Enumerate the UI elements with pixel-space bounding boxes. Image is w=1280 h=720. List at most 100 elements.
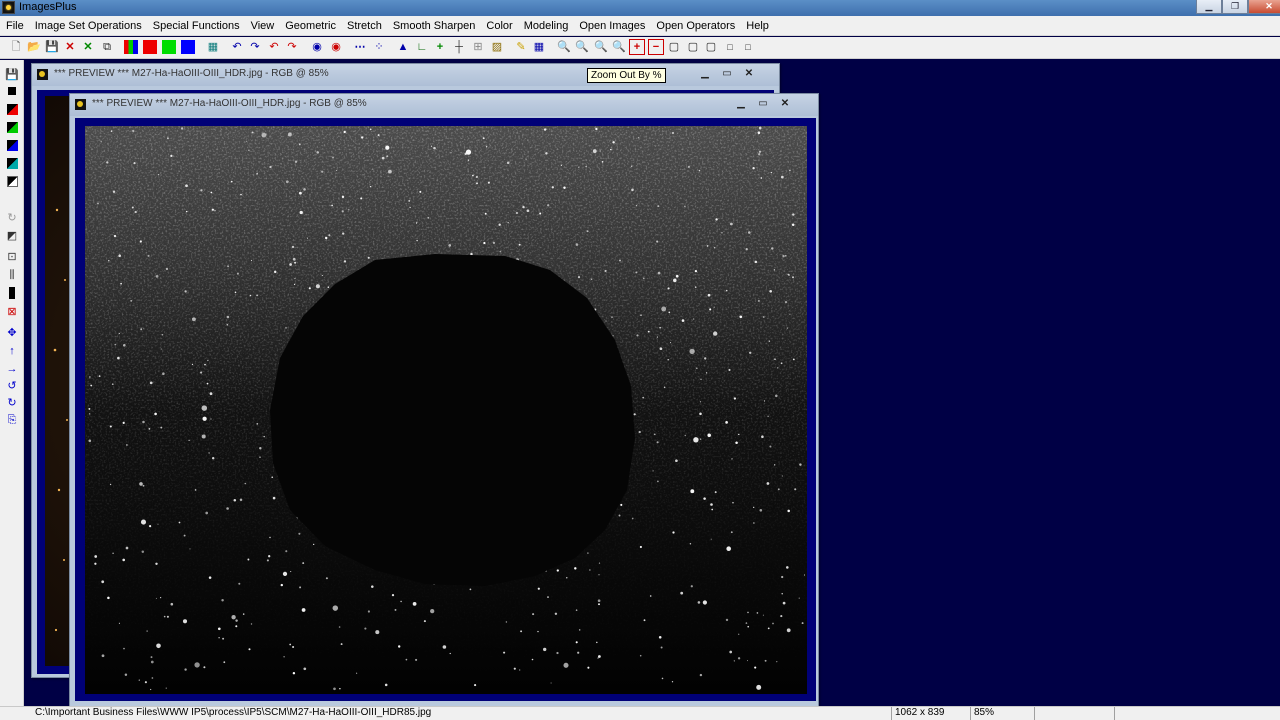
- main-toolbar: 🗋 📂 💾 ✕ ✕ ⧉ ▦ ↶ ↷ ↶ ↷ ◉ ◉ ⋯ ⁘ ▲ ∟ + ┼ ⊞ …: [0, 37, 1280, 59]
- refresh-icon[interactable]: ↻: [5, 211, 19, 225]
- maximize-button[interactable]: ❐: [1222, 0, 1248, 14]
- axes-icon[interactable]: ∟: [414, 39, 430, 55]
- star-mask-preview-image: [85, 126, 807, 694]
- arrow-right-icon[interactable]: →: [5, 362, 19, 376]
- menu-file[interactable]: File: [6, 20, 24, 32]
- preview-window-front-title: *** PREVIEW *** M27-Ha-HaOIII-OIII_HDR.j…: [92, 98, 367, 109]
- menu-image-set-operations[interactable]: Image Set Operations: [35, 20, 142, 32]
- select-box-icon[interactable]: ⊡: [5, 250, 19, 264]
- menu-smooth-sharpen[interactable]: Smooth Sharpen: [393, 20, 476, 32]
- fit-width-icon[interactable]: ▢: [703, 39, 719, 55]
- select-points-icon[interactable]: ⁘: [371, 39, 387, 55]
- undo-icon[interactable]: ↶: [229, 39, 245, 55]
- close-all-icon[interactable]: ✕: [80, 39, 96, 55]
- pencil-icon[interactable]: ✎: [513, 39, 529, 55]
- green-channel-icon[interactable]: [161, 39, 177, 55]
- close-image-icon[interactable]: ✕: [62, 39, 78, 55]
- save-small-icon[interactable]: 💾: [5, 68, 19, 82]
- app-title-bar: ImagesPlus ▁ ❐ ✕: [0, 0, 1280, 16]
- app-window-controls: ▁ ❐ ✕: [1196, 0, 1280, 14]
- add-star-icon[interactable]: +: [432, 39, 448, 55]
- white-mask-icon[interactable]: [5, 174, 19, 188]
- vertical-bar-icon[interactable]: [5, 286, 19, 300]
- preview-window-back-caption[interactable]: *** PREVIEW *** M27-Ha-HaOIII-OIII_HDR.j…: [32, 64, 779, 86]
- zoom-out-percent-icon[interactable]: 🔍: [611, 39, 627, 55]
- zoom-minus-icon[interactable]: −: [648, 39, 664, 55]
- menu-open-images[interactable]: Open Images: [579, 20, 645, 32]
- menu-geometric[interactable]: Geometric: [285, 20, 336, 32]
- rotate-right-icon[interactable]: ↻: [5, 396, 19, 410]
- green-mask-icon[interactable]: [5, 120, 19, 134]
- front-minimize-button[interactable]: ▁: [730, 96, 752, 110]
- back-maximize-button[interactable]: ▭: [716, 66, 738, 80]
- rgb-channels-icon[interactable]: [123, 39, 139, 55]
- menu-special-functions[interactable]: Special Functions: [153, 20, 240, 32]
- window-logo-icon: [37, 69, 48, 80]
- stop-record-icon[interactable]: ◉: [328, 39, 344, 55]
- menu-open-operators[interactable]: Open Operators: [656, 20, 735, 32]
- back-close-button[interactable]: ✕: [738, 66, 760, 80]
- move-icon[interactable]: ✥: [5, 326, 19, 340]
- image-properties-icon[interactable]: ▨: [489, 39, 505, 55]
- front-maximize-button[interactable]: ▭: [752, 96, 774, 110]
- gradient-icon[interactable]: ◩: [5, 229, 19, 243]
- menu-bar: File Image Set Operations Special Functi…: [0, 16, 1280, 36]
- status-dimensions: 1062 x 839: [891, 707, 966, 720]
- front-image-frame: [75, 118, 816, 701]
- dotted-line-icon[interactable]: ⋯: [352, 39, 368, 55]
- blue-channel-icon[interactable]: [180, 39, 196, 55]
- window-logo-icon: [75, 99, 86, 110]
- zoom-in-icon[interactable]: 🔍: [556, 39, 572, 55]
- bars-icon[interactable]: ⫼: [5, 268, 19, 282]
- status-panel-empty-2: [1114, 707, 1194, 720]
- minimize-button[interactable]: ▁: [1196, 0, 1222, 14]
- rotate-left-icon[interactable]: ↺: [5, 379, 19, 393]
- menu-stretch[interactable]: Stretch: [347, 20, 382, 32]
- preview-window-front[interactable]: *** PREVIEW *** M27-Ha-HaOIII-OIII_HDR.j…: [69, 93, 819, 710]
- record-icon[interactable]: ◉: [309, 39, 325, 55]
- preview-window-front-caption[interactable]: *** PREVIEW *** M27-Ha-HaOIII-OIII_HDR.j…: [70, 94, 818, 116]
- status-zoom: 85%: [970, 707, 1030, 720]
- undo-all-icon[interactable]: ↶: [266, 39, 282, 55]
- copy-icon[interactable]: ⧉: [99, 39, 115, 55]
- fit-window-icon[interactable]: ▢: [666, 39, 682, 55]
- menu-view[interactable]: View: [251, 20, 275, 32]
- histogram-icon[interactable]: ▲: [395, 39, 411, 55]
- zoom-out-icon[interactable]: 🔍: [574, 39, 590, 55]
- close-button[interactable]: ✕: [1248, 0, 1280, 14]
- arrow-up-icon[interactable]: ↑: [5, 344, 19, 358]
- open-folder-icon[interactable]: 📂: [26, 39, 42, 55]
- save-icon[interactable]: 💾: [44, 39, 60, 55]
- zoom-in-percent-icon[interactable]: 🔍: [593, 39, 609, 55]
- status-file-path: C:\Important Business Files\WWW IP5\proc…: [35, 707, 432, 718]
- menu-help[interactable]: Help: [746, 20, 769, 32]
- grid-icon[interactable]: ⊞: [470, 39, 486, 55]
- table-icon[interactable]: ▦: [531, 39, 547, 55]
- back-window-controls: ▁ ▭ ✕: [694, 66, 760, 80]
- grid-view-icon[interactable]: ▦: [205, 39, 221, 55]
- back-minimize-button[interactable]: ▁: [694, 66, 716, 80]
- app-logo-icon: [2, 1, 15, 14]
- status-panel-empty-1: [1034, 707, 1110, 720]
- flip-icon[interactable]: ⎘: [5, 413, 19, 427]
- left-toolbar: 💾 ↻ ◩ ⊡ ⫼ ⊠ ✥ ↑ → ↺ ↻ ⎘: [0, 60, 24, 708]
- menu-color[interactable]: Color: [486, 20, 512, 32]
- black-point-icon[interactable]: [5, 84, 19, 98]
- zoom-plus-icon[interactable]: +: [629, 39, 645, 55]
- actual-size-icon[interactable]: ▢: [685, 39, 701, 55]
- preview-window-back-title: *** PREVIEW *** M27-Ha-HaOIII-OIII_HDR.j…: [54, 68, 329, 79]
- new-file-icon[interactable]: 🗋: [8, 39, 24, 55]
- red-mask-icon[interactable]: [5, 102, 19, 116]
- red-channel-icon[interactable]: [142, 39, 158, 55]
- redo-icon[interactable]: ↷: [247, 39, 263, 55]
- restore-view-icon[interactable]: □: [740, 39, 756, 55]
- blue-mask-icon[interactable]: [5, 138, 19, 152]
- cyan-mask-icon[interactable]: [5, 156, 19, 170]
- front-close-button[interactable]: ✕: [774, 96, 796, 110]
- crop-icon[interactable]: ⊠: [5, 305, 19, 319]
- crosshair-icon[interactable]: ┼: [451, 39, 467, 55]
- redo-all-icon[interactable]: ↷: [284, 39, 300, 55]
- menu-modeling[interactable]: Modeling: [524, 20, 569, 32]
- fit-height-icon[interactable]: □: [722, 39, 738, 55]
- zoom-out-tooltip: Zoom Out By %: [587, 68, 666, 83]
